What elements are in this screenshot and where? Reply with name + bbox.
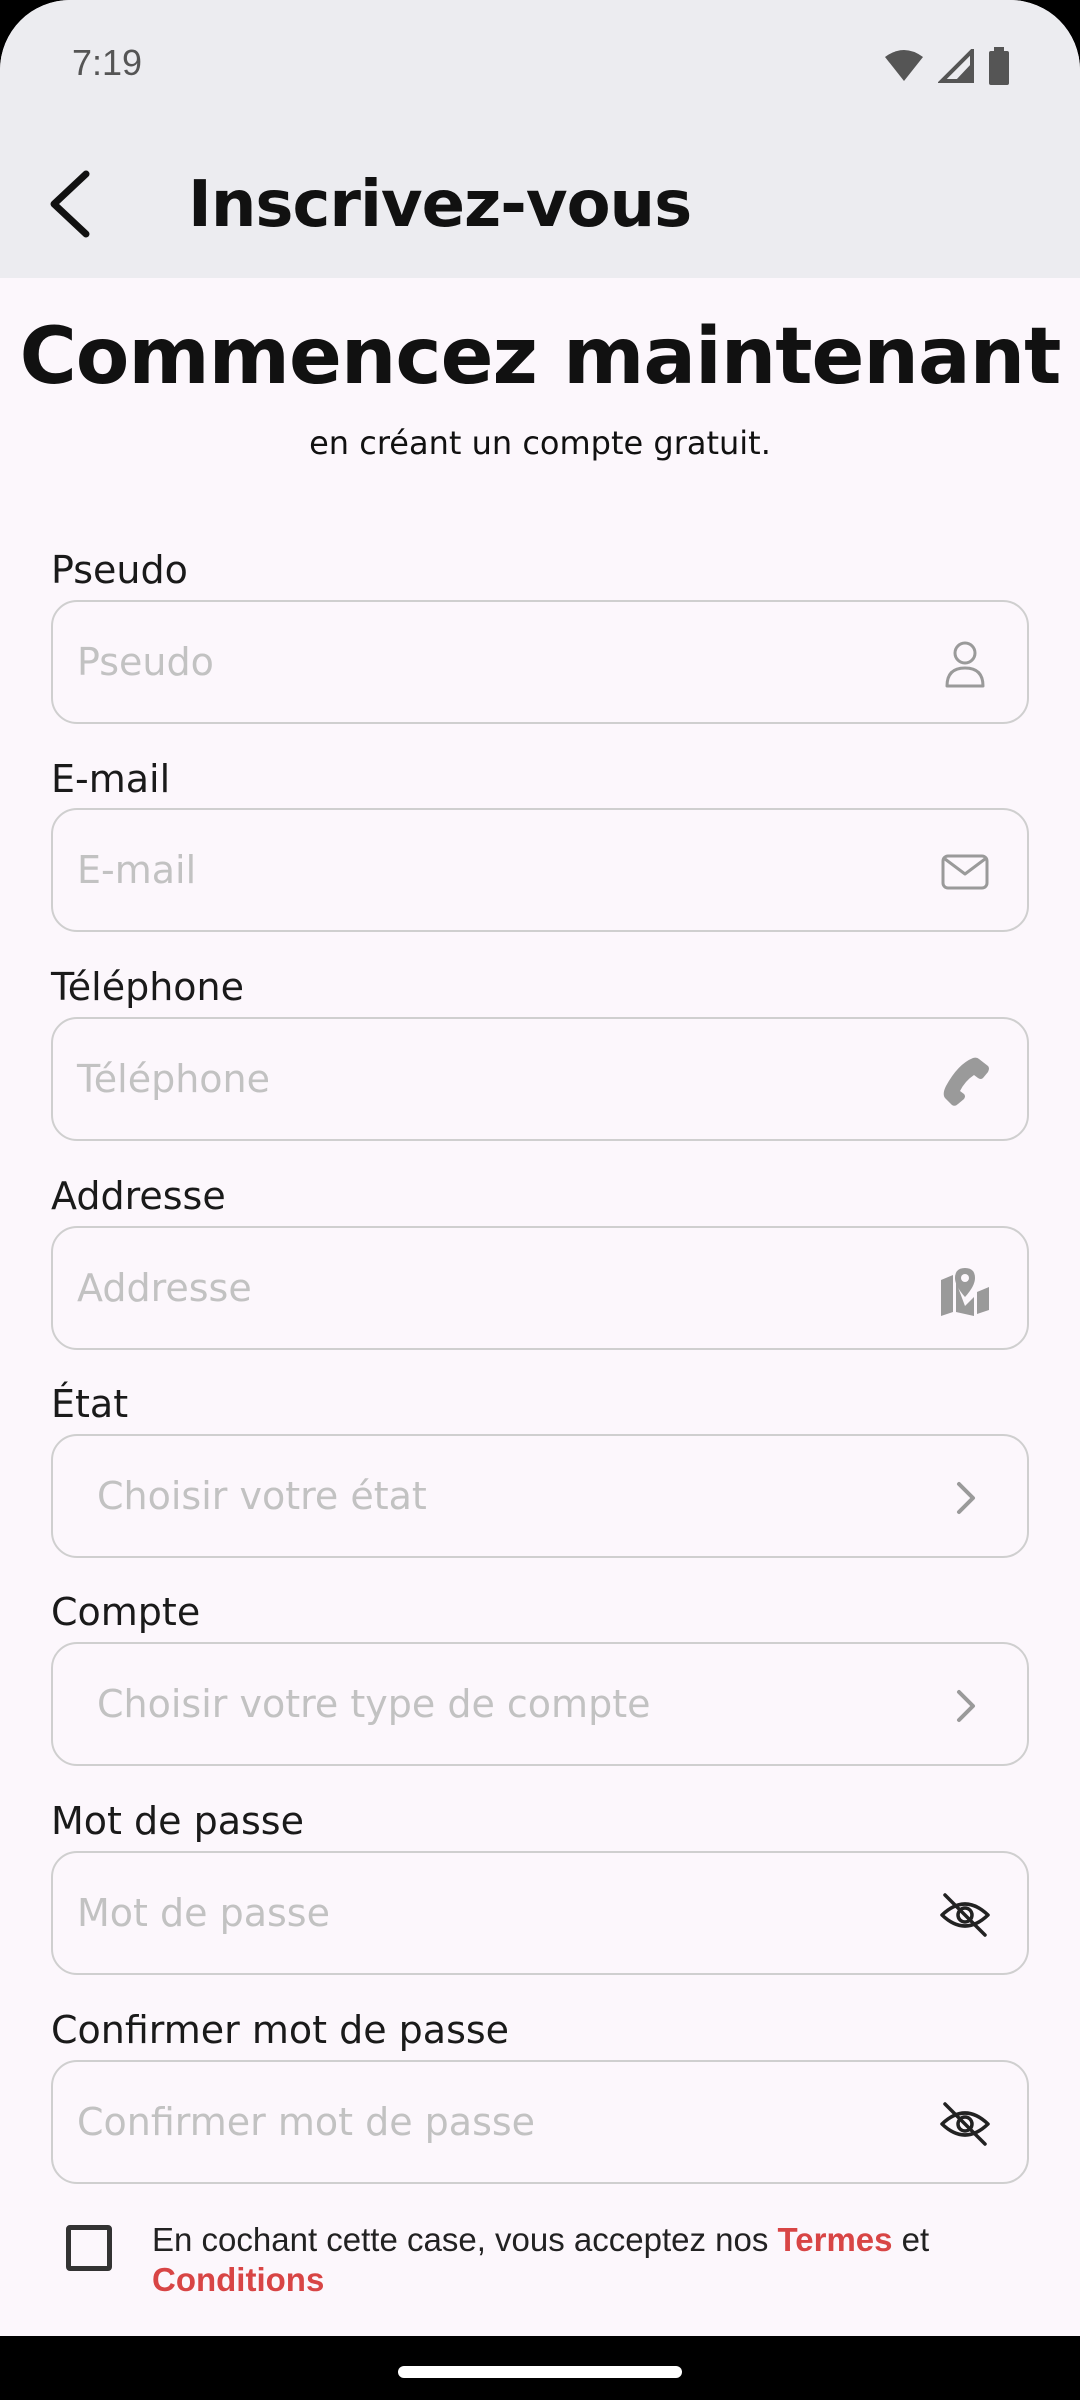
password-label: Mot de passe	[51, 1799, 304, 1843]
arrow-back-icon	[50, 170, 90, 238]
system-nav-bar	[0, 2336, 1080, 2400]
subheadline: en créant un compte gratuit.	[309, 424, 771, 462]
pseudo-label: Pseudo	[51, 548, 188, 592]
phone-placeholder: Téléphone	[77, 1057, 270, 1101]
status-time: 7:19	[72, 42, 143, 83]
terms-checkbox[interactable]	[66, 2225, 112, 2271]
cell-signal-icon	[938, 49, 974, 83]
email-label: E-mail	[51, 757, 171, 801]
person-icon	[945, 641, 985, 688]
wifi-icon	[885, 50, 923, 81]
screen: 7:19 Inscrivez-vous Commencez maintenant…	[0, 0, 1080, 2336]
address-label: Addresse	[51, 1174, 226, 1218]
back-button[interactable]	[38, 166, 114, 242]
phone-icon	[943, 1057, 989, 1106]
status-icons	[884, 46, 1010, 86]
eye-off-icon[interactable]	[939, 2098, 991, 2150]
terms-text: En cochant cette case, vous acceptez nos…	[152, 2220, 1012, 2300]
page-title: Inscrivez-vous	[188, 168, 692, 242]
confirm-password-placeholder: Confirmer mot de passe	[77, 2100, 536, 2144]
home-indicator[interactable]	[398, 2366, 682, 2378]
pseudo-placeholder: Pseudo	[77, 640, 214, 684]
terms-link[interactable]: Termes	[778, 2221, 893, 2258]
password-placeholder: Mot de passe	[77, 1891, 330, 1935]
chevron-right-icon	[957, 1690, 975, 1722]
account-label: Compte	[51, 1590, 201, 1634]
terms-row: En cochant cette case, vous acceptez nos…	[62, 2220, 1022, 2320]
account-type-select[interactable]: Choisir votre type de compte	[51, 1642, 1029, 1766]
address-placeholder: Addresse	[77, 1266, 252, 1310]
status-bar: 7:19	[0, 0, 1080, 130]
phone-input[interactable]: Téléphone	[51, 1017, 1029, 1141]
state-placeholder: Choisir votre état	[97, 1474, 427, 1518]
map-pin-icon	[941, 1268, 989, 1316]
mail-icon	[941, 854, 989, 890]
address-input[interactable]: Addresse	[51, 1226, 1029, 1350]
confirm-password-input[interactable]: Confirmer mot de passe	[51, 2060, 1029, 2184]
chevron-right-icon	[957, 1482, 975, 1514]
email-placeholder: E-mail	[77, 848, 197, 892]
terms-prefix: En cochant cette case, vous acceptez nos	[152, 2221, 778, 2258]
conditions-link[interactable]: Conditions	[152, 2261, 324, 2298]
battery-icon	[989, 47, 1009, 85]
eye-off-icon[interactable]	[939, 1889, 991, 1941]
state-label: État	[51, 1382, 129, 1426]
terms-middle: et	[892, 2221, 930, 2258]
email-input[interactable]: E-mail	[51, 808, 1029, 932]
confirm-password-label: Confirmer mot de passe	[51, 2008, 510, 2052]
headline: Commencez maintenant	[19, 312, 1062, 402]
phone-label: Téléphone	[51, 965, 244, 1009]
app-bar: Inscrivez-vous	[0, 130, 1080, 278]
account-placeholder: Choisir votre type de compte	[97, 1682, 651, 1726]
password-input[interactable]: Mot de passe	[51, 1851, 1029, 1975]
pseudo-input[interactable]: Pseudo	[51, 600, 1029, 724]
state-select[interactable]: Choisir votre état	[51, 1434, 1029, 1558]
